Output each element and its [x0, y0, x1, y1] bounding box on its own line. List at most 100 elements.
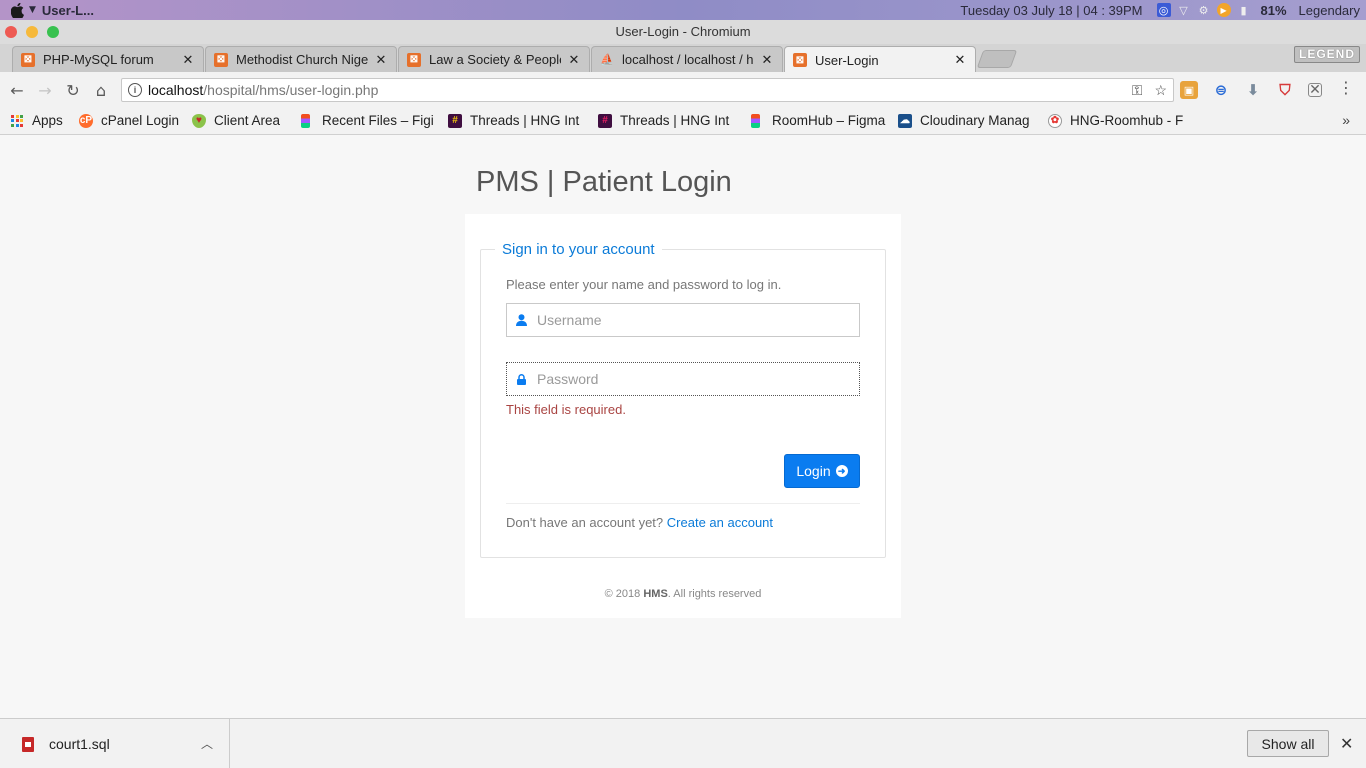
tab-close-icon[interactable]: ✕ [567, 52, 581, 68]
opera-vpn-icon[interactable]: ◎ [1156, 3, 1171, 17]
extension-download-icon[interactable]: ⬇ [1244, 81, 1262, 99]
show-all-downloads-button[interactable]: Show all [1247, 730, 1329, 757]
bookmark-star-icon[interactable]: ☆ [1154, 82, 1167, 99]
form-legend: Sign in to your account [495, 241, 662, 258]
form-divider [506, 503, 860, 504]
new-tab-button[interactable] [976, 50, 1018, 68]
browser-menu-icon[interactable]: ⋮ [1338, 80, 1354, 96]
xampp-icon: ⊠ [214, 52, 228, 67]
download-shelf: court1.sql ︿ Show all ✕ [0, 718, 1366, 768]
apps-grid-icon [10, 114, 24, 128]
tab-phpmyadmin[interactable]: ⛵ localhost / localhost / h ✕ [591, 46, 783, 72]
extension-x-icon[interactable]: ✕ [1308, 82, 1322, 98]
figma-icon [301, 113, 310, 128]
copyright-suffix: . All rights reserved [667, 588, 762, 600]
bookmarks-overflow-icon[interactable]: » [1342, 112, 1350, 128]
login-button-label: Login [796, 463, 831, 479]
window-minimize-button[interactable] [26, 26, 38, 38]
extension-shield-icon[interactable]: ⛉ [1276, 81, 1294, 99]
tab-methodist-church[interactable]: ⊠ Methodist Church Nige ✕ [205, 46, 397, 72]
battery-percentage: 81% [1260, 2, 1287, 18]
copyright: © 2018 HMS. All rights reserved [465, 588, 901, 600]
cloudinary-icon: ☁ [898, 113, 912, 128]
arrow-circle-right-icon: ➜ [835, 465, 848, 477]
bookmark-apps[interactable]: Apps [10, 113, 63, 128]
tab-php-mysql-forum[interactable]: ⊠ PHP-MySQL forum ✕ [12, 46, 204, 72]
bookmark-threads-hng-1[interactable]: # Threads | HNG Int [448, 113, 586, 128]
bookmark-roomhub-figma[interactable]: RoomHub – Figma [748, 113, 886, 128]
settings-gear-icon[interactable]: ⚙ [1197, 3, 1211, 17]
bookmark-label: Threads | HNG Int [620, 113, 730, 128]
password-input[interactable] [537, 371, 847, 387]
chevron-down-icon[interactable]: ▼ [29, 5, 36, 15]
home-icon[interactable]: ⌂ [87, 76, 115, 104]
tab-close-icon[interactable]: ✕ [181, 52, 195, 68]
bookmark-label: RoomHub – Figma [772, 113, 886, 128]
extension-sync-icon[interactable]: ⊜ [1212, 81, 1230, 99]
bookmark-label: Apps [32, 113, 63, 128]
roomhub-icon: ✿ [1048, 113, 1062, 128]
window-close-button[interactable] [5, 26, 17, 38]
tab-close-icon[interactable]: ✕ [374, 52, 388, 68]
active-app-title[interactable]: User-L... [42, 3, 94, 18]
tab-label: User-Login [815, 52, 879, 68]
address-bar[interactable]: i localhost/hospital/hms/user-login.php … [121, 78, 1174, 102]
battery-icon[interactable]: ▮ [1237, 3, 1251, 17]
username-input[interactable] [537, 312, 847, 328]
bookmark-recent-files-figma[interactable]: Recent Files – Figi [298, 113, 434, 128]
bookmark-client-area[interactable]: ♥ Client Area [192, 113, 280, 128]
extension-honey-icon[interactable]: ▣ [1180, 81, 1198, 99]
bookmark-threads-hng-2[interactable]: # Threads | HNG Int [598, 113, 736, 128]
bookmark-cpanel[interactable]: cP cPanel Login [79, 113, 179, 128]
copyright-prefix: © 2018 [604, 588, 641, 600]
download-file-name: court1.sql [49, 736, 110, 752]
username-field[interactable] [506, 303, 860, 337]
window-title-bar: User-Login - Chromium [0, 20, 1366, 44]
signup-prompt-text: Don't have an account yet? [506, 515, 664, 530]
system-tray: ◎ ▽ ⚙ ▶ ▮ [1156, 3, 1251, 17]
chevron-up-icon[interactable]: ︿ [201, 735, 213, 752]
bookmark-label: HNG-Roomhub - F [1070, 113, 1184, 128]
phpmyadmin-icon: ⛵ [600, 54, 614, 66]
tab-label: localhost / localhost / h [622, 52, 754, 67]
site-info-icon[interactable]: i [128, 83, 142, 97]
browser-toolbar: ← → ↻ ⌂ i localhost/hospital/hms/user-lo… [0, 72, 1366, 108]
forward-arrow-icon[interactable]: → [31, 76, 59, 104]
tab-law-society[interactable]: ⊠ Law a Society & People ✕ [398, 46, 590, 72]
password-field[interactable] [506, 362, 860, 396]
cpanel-icon: cP [79, 113, 93, 128]
user-menu[interactable]: Legendary [1299, 3, 1360, 18]
window-title: User-Login - Chromium [615, 24, 751, 39]
copyright-brand: HMS [643, 588, 668, 600]
hash-icon: # [598, 113, 612, 128]
close-shelf-icon[interactable]: ✕ [1340, 734, 1353, 754]
download-item[interactable]: court1.sql ︿ [0, 719, 230, 768]
bookmark-cloudinary[interactable]: ☁ Cloudinary Manag [898, 113, 1036, 128]
login-button[interactable]: Login ➜ [784, 454, 860, 488]
xampp-icon: ⊠ [21, 52, 35, 67]
login-card: Sign in to your account Please enter you… [465, 214, 901, 618]
bookmark-hng-roomhub[interactable]: ✿ HNG-Roomhub - F [1048, 113, 1186, 128]
media-play-icon[interactable]: ▶ [1216, 3, 1231, 17]
lock-icon [514, 373, 528, 385]
key-icon[interactable]: ⚿ [1132, 82, 1143, 99]
tab-close-icon[interactable]: ✕ [760, 52, 774, 68]
window-maximize-button[interactable] [47, 26, 59, 38]
tab-user-login[interactable]: ⊠ User-Login ✕ [784, 46, 976, 73]
xampp-icon: ⊠ [407, 52, 421, 67]
password-error-message: This field is required. [506, 402, 626, 417]
wifi-icon[interactable]: ▽ [1177, 3, 1191, 17]
create-account-link[interactable]: Create an account [667, 515, 773, 530]
bookmarks-bar: Apps cP cPanel Login ♥ Client Area Recen… [0, 108, 1366, 135]
bookmark-label: Recent Files – Figi [322, 113, 434, 128]
reload-icon[interactable]: ↻ [59, 76, 87, 104]
tab-strip: ⊠ PHP-MySQL forum ✕ ⊠ Methodist Church N… [0, 44, 1366, 73]
back-arrow-icon[interactable]: ← [3, 76, 31, 104]
clock[interactable]: Tuesday 03 July 18 | 04 : 39PM [960, 3, 1142, 18]
shield-icon: ♥ [192, 113, 206, 128]
apple-logo-icon[interactable] [9, 2, 25, 18]
profile-button[interactable]: LEGEND [1293, 46, 1360, 63]
hash-icon: # [448, 113, 462, 128]
tab-close-icon[interactable]: ✕ [953, 52, 967, 68]
signup-prompt: Don't have an account yet? Create an acc… [506, 515, 773, 530]
